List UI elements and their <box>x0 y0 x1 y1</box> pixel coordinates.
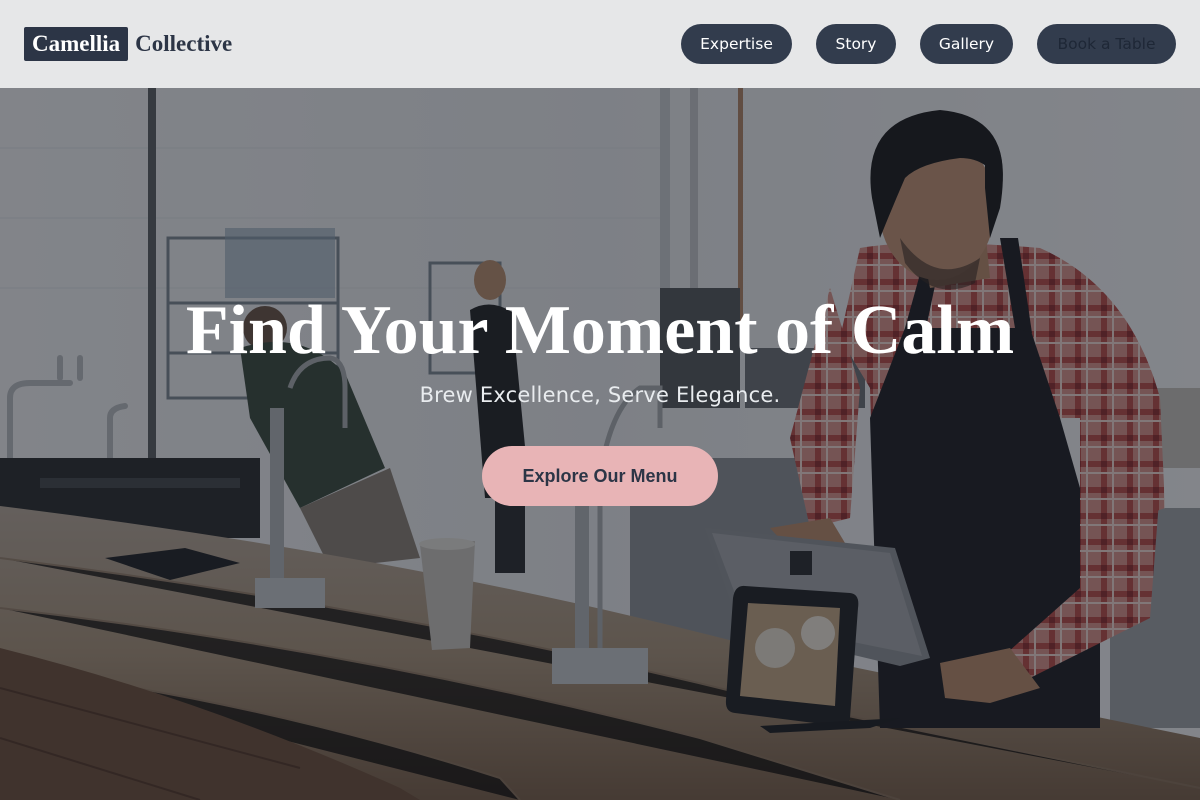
book-table-button[interactable]: Book a Table <box>1037 24 1176 64</box>
hero-title: Find Your Moment of Calm <box>185 292 1015 369</box>
nav-expertise-button[interactable]: Expertise <box>681 24 792 64</box>
hero-subtitle: Brew Excellence, Serve Elegance. <box>419 383 781 407</box>
main-nav: Expertise Story Gallery Book a Table <box>657 24 1176 64</box>
site-header: Camellia Collective Expertise Story Gall… <box>0 0 1200 88</box>
nav-story-button[interactable]: Story <box>816 24 896 64</box>
brand-logo-highlight: Camellia <box>24 27 129 61</box>
explore-menu-button[interactable]: Explore Our Menu <box>482 446 718 506</box>
nav-gallery-button[interactable]: Gallery <box>920 24 1013 64</box>
brand-logo-text: Collective <box>135 31 233 56</box>
hero-section: Find Your Moment of Calm Brew Excellence… <box>0 88 1200 800</box>
hero-content: Find Your Moment of Calm Brew Excellence… <box>0 88 1200 800</box>
brand-logo[interactable]: Camellia Collective <box>24 27 232 61</box>
